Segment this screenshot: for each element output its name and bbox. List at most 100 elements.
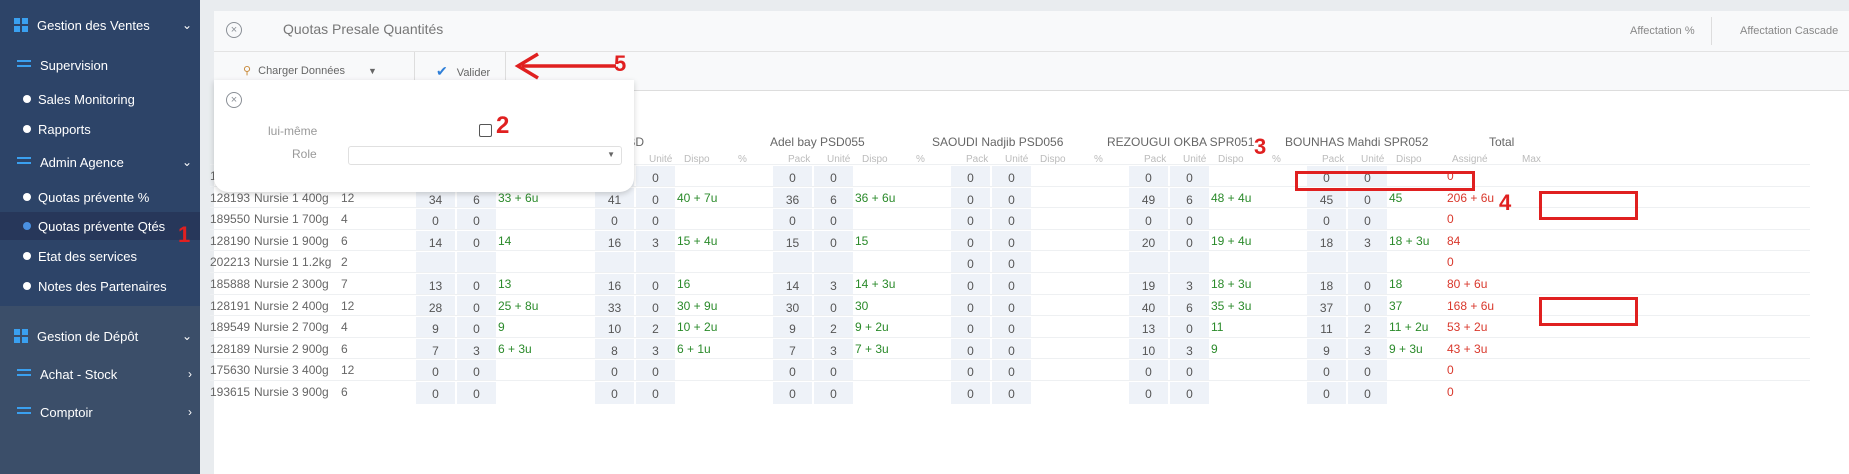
menu-lines-icon	[17, 157, 31, 167]
sidebar-item-label: Rapports	[38, 122, 91, 137]
page-title: Quotas Presale Quantités	[283, 21, 444, 37]
dispo-value: 40 + 7u	[677, 190, 718, 205]
role-select[interactable]: ▼	[348, 146, 622, 165]
grid-icon	[14, 18, 28, 32]
dispo-value: 36 + 6u	[855, 190, 896, 205]
arrow-annotation-icon	[514, 52, 616, 80]
dispo-value: 19 + 4u	[1211, 233, 1252, 248]
menu-lines-icon	[17, 60, 31, 70]
sidebar-item-rapports[interactable]: Rapports	[0, 122, 200, 140]
sidebar-item-supervision[interactable]: Supervision	[0, 58, 200, 78]
sidebar-item-label: Supervision	[40, 58, 108, 73]
chevron-right-icon: ›	[188, 405, 192, 419]
sidebar-item-comptoir[interactable]: Comptoir ›	[0, 405, 200, 425]
grid-icon	[14, 329, 28, 343]
sidebar-item-notes-partenaires[interactable]: Notes des Partenaires	[0, 279, 200, 297]
highlight-box	[1539, 297, 1638, 326]
product-name: Nursie 2 900g	[254, 341, 329, 356]
bullet-icon	[23, 95, 31, 103]
close-icon[interactable]: ×	[226, 92, 242, 108]
unite-input[interactable]: 0	[1169, 381, 1210, 405]
assigne-total: 84	[1447, 233, 1461, 248]
product-qty: 2	[341, 255, 348, 270]
pack-input[interactable]: 0	[950, 381, 991, 405]
product-name: Nursie 1 900g	[254, 233, 329, 248]
dispo-value: 30 + 9u	[677, 298, 718, 313]
dispo-value: 16	[677, 277, 691, 291]
pack-input[interactable]: 0	[772, 381, 813, 405]
valider-button[interactable]: ✔ Valider	[436, 63, 490, 80]
bullet-icon	[23, 125, 31, 133]
bullet-icon	[23, 282, 31, 290]
sidebar-item-quotas-qtes[interactable]: Quotas prévente Qtés	[0, 219, 200, 237]
unite-input[interactable]: 0	[635, 381, 676, 405]
pack-input[interactable]: 0	[594, 381, 635, 405]
product-qty: 6	[341, 233, 348, 248]
assigne-total: 168 + 6u	[1447, 298, 1495, 313]
sidebar-item-label: Gestion de Dépôt	[37, 329, 139, 344]
dispo-value: 25 + 8u	[498, 298, 539, 313]
pack-input[interactable]: 0	[1128, 381, 1169, 405]
divider	[1711, 17, 1712, 45]
dispo-value: 48 + 4u	[1211, 190, 1252, 205]
dispo-value: 11	[1211, 320, 1224, 335]
dispo-value: 7 + 3u	[855, 341, 889, 356]
sidebar-item-label: Comptoir	[40, 405, 93, 420]
bullet-icon	[23, 222, 31, 230]
sidebar: Gestion des Ventes ⌄ Supervision Sales M…	[0, 0, 200, 474]
product-code: 193615	[210, 385, 251, 399]
product-name: Nursie 3 400g	[254, 363, 329, 378]
product-code: 128190	[210, 233, 251, 248]
product-name: Nursie 2 400g	[254, 298, 329, 313]
annotation-5: 5	[614, 51, 627, 76]
close-icon[interactable]: ×	[226, 22, 242, 38]
unite-input[interactable]: 0	[991, 381, 1032, 405]
header-bar: × Quotas Presale Quantités Affectation %…	[214, 11, 1849, 52]
product-qty: 4	[341, 212, 348, 227]
dispo-value: 9 + 3u	[1389, 341, 1423, 356]
pack-input[interactable]: 0	[415, 381, 456, 405]
chevron-down-icon: ⌄	[181, 18, 192, 32]
dispo-value: 11 + 2u	[1389, 320, 1429, 335]
product-code: 128189	[210, 341, 251, 356]
product-name: Nursie 1 1.2kg	[254, 255, 332, 270]
assigne-total: 0	[1447, 363, 1454, 378]
charger-donnees-button[interactable]: ⚲ Charger Données ▼	[243, 64, 377, 77]
dispo-value: 33 + 6u	[498, 190, 539, 205]
lui-meme-checkbox[interactable]	[479, 124, 492, 137]
column-group-header: Adel bay PSD055	[770, 135, 865, 149]
unite-input[interactable]: 0	[1347, 381, 1388, 405]
dispo-value: 9	[498, 320, 505, 335]
product-code: 185888	[210, 277, 251, 291]
assigne-total: 80 + 6u	[1447, 277, 1488, 291]
product-name: Nursie 2 700g	[254, 320, 329, 335]
bullet-icon	[23, 193, 31, 201]
sidebar-item-gestion-depot[interactable]: Gestion de Dépôt ⌄	[0, 329, 200, 349]
product-qty: 12	[341, 190, 355, 205]
dispo-value: 35 + 3u	[1211, 298, 1252, 313]
sidebar-item-sales-monitoring[interactable]: Sales Monitoring	[0, 92, 200, 110]
highlight-box	[1295, 171, 1475, 191]
column-group-header: Total	[1489, 135, 1515, 149]
assigne-total: 43 + 3u	[1447, 341, 1488, 356]
dispo-value: 13	[498, 277, 512, 291]
caret-down-icon: ▼	[368, 66, 377, 76]
dispo-value: 6 + 1u	[677, 341, 711, 356]
dispo-value: 18 + 3u	[1389, 233, 1430, 248]
dispo-value: 18	[1389, 277, 1403, 291]
sidebar-item-admin-agence[interactable]: Admin Agence ⌄	[0, 155, 200, 175]
unite-input[interactable]: 0	[813, 381, 854, 405]
sidebar-item-quotas-pct[interactable]: Quotas prévente %	[0, 190, 200, 208]
unite-input[interactable]: 0	[456, 381, 497, 405]
dispo-value: 15 + 4u	[677, 233, 718, 248]
sidebar-item-label: Quotas prévente Qtés	[38, 219, 166, 234]
product-qty: 12	[341, 363, 355, 378]
affectation-cascade-link[interactable]: Affectation Cascade	[1740, 25, 1838, 37]
assigne-total: 0	[1447, 385, 1454, 399]
sidebar-item-gestion-ventes[interactable]: Gestion des Ventes ⌄	[0, 18, 200, 38]
sidebar-item-etat-services[interactable]: Etat des services	[0, 249, 200, 267]
sidebar-item-achat-stock[interactable]: Achat - Stock ›	[0, 367, 200, 387]
pack-input[interactable]: 0	[1306, 381, 1347, 405]
filter-popup: × lui-même 2 Role ▼	[214, 80, 634, 192]
affectation-pct-link[interactable]: Affectation %	[1630, 25, 1695, 37]
